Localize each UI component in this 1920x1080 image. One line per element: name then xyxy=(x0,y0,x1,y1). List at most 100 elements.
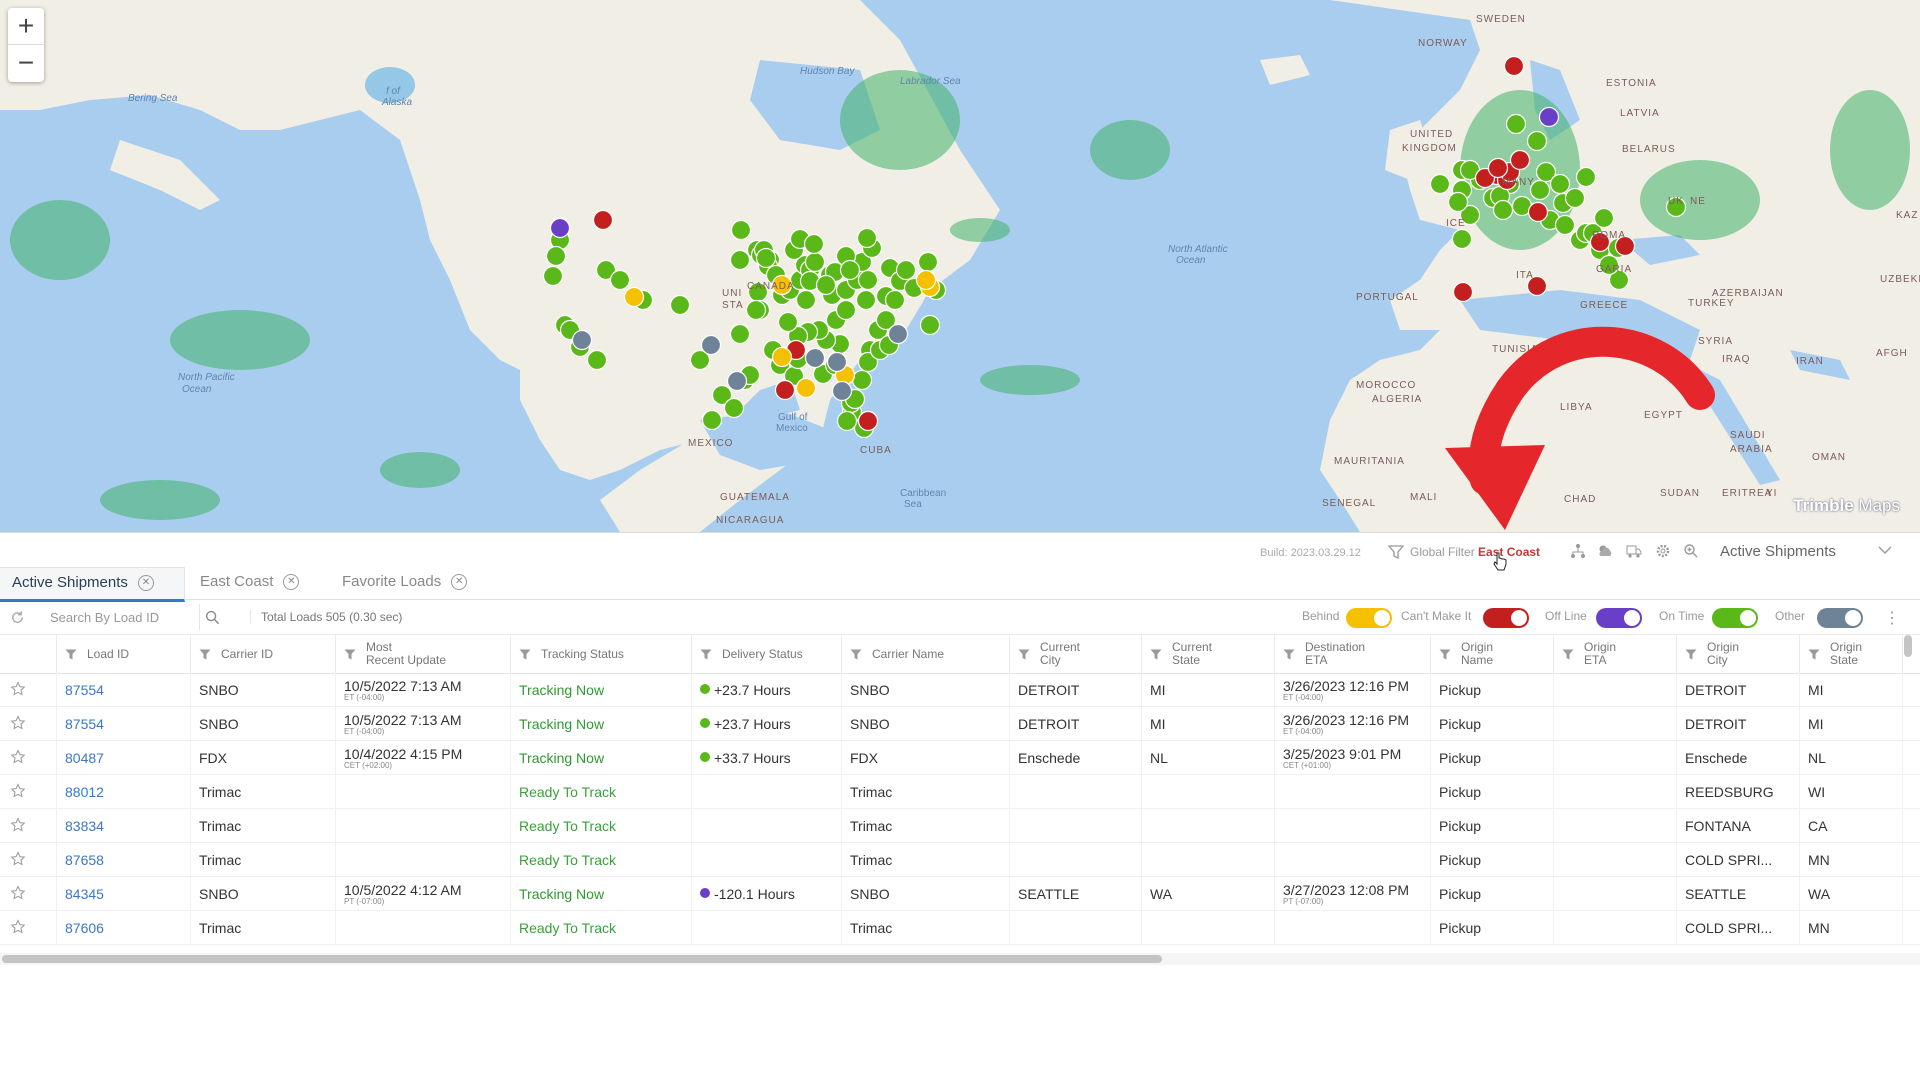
marker-on-time[interactable] xyxy=(609,269,631,291)
cell-load-id[interactable]: 87658 xyxy=(57,843,191,876)
cell-load-id[interactable]: 84345 xyxy=(57,877,191,910)
marker-on-time[interactable] xyxy=(884,289,906,311)
close-icon[interactable]: ✕ xyxy=(451,574,468,591)
marker-on-time[interactable] xyxy=(1564,187,1586,209)
marker-cant-make-it[interactable] xyxy=(1452,281,1474,303)
tab-east-coast[interactable]: East Coast ✕ xyxy=(188,567,330,598)
cell-text[interactable]: 87554 xyxy=(65,682,104,698)
marker-other[interactable] xyxy=(887,323,909,345)
toggle-on-time[interactable] xyxy=(1712,608,1758,628)
chevron-down-icon[interactable] xyxy=(1878,545,1892,555)
table-row[interactable]: 84345 SNBO 10/5/2022 4:12 AM PT (-07:00) Tra… xyxy=(0,877,1920,911)
marker-cant-make-it[interactable] xyxy=(857,410,879,432)
star-icon[interactable] xyxy=(10,885,26,901)
cell-load-id[interactable]: 87554 xyxy=(57,707,191,740)
marker-on-time[interactable] xyxy=(1447,191,1469,213)
marker-on-time[interactable] xyxy=(1451,228,1473,250)
marker-off-line[interactable] xyxy=(1538,106,1560,128)
search-icon[interactable] xyxy=(205,610,220,625)
global-filter-value[interactable]: East Coast xyxy=(1478,545,1540,559)
marker-other[interactable] xyxy=(831,380,853,402)
column-filter-icon[interactable] xyxy=(519,649,531,660)
marker-on-time[interactable] xyxy=(723,397,745,419)
marker-on-time[interactable] xyxy=(755,247,777,269)
close-icon[interactable]: ✕ xyxy=(137,575,154,592)
marker-on-time[interactable] xyxy=(1549,173,1571,195)
column-header[interactable]: Current City xyxy=(1010,635,1142,673)
column-header[interactable]: Destination ETA xyxy=(1275,635,1431,673)
marker-on-time[interactable] xyxy=(1526,130,1548,152)
marker-on-time[interactable] xyxy=(1505,113,1527,135)
marker-on-time[interactable] xyxy=(836,410,858,432)
marker-on-time[interactable] xyxy=(895,259,917,281)
hierarchy-icon[interactable] xyxy=(1570,543,1586,559)
horizontal-scrollbar[interactable] xyxy=(0,953,1920,965)
column-filter-icon[interactable] xyxy=(1018,649,1030,660)
marker-on-time[interactable] xyxy=(851,369,873,391)
marker-cant-make-it[interactable] xyxy=(1509,149,1531,171)
tab-active-shipments[interactable]: Active Shipments ✕ xyxy=(0,567,185,602)
column-filter-icon[interactable] xyxy=(199,649,211,660)
marker-on-time[interactable] xyxy=(669,294,691,316)
cell-value[interactable]: 87554 xyxy=(65,682,104,698)
star-icon[interactable] xyxy=(10,851,26,867)
table-row[interactable]: 87554 SNBO 10/5/2022 7:13 AM ET (-04:00) Tra… xyxy=(0,707,1920,741)
shipment-map[interactable]: + − SWEDEN NORWAY ESTONIA LATVIA UNITED KINGD… xyxy=(0,0,1920,532)
toggle-cant-make-it[interactable] xyxy=(1483,608,1529,628)
cell-value[interactable]: 87554 xyxy=(65,716,104,732)
cell-load-id[interactable]: 83834 xyxy=(57,809,191,842)
marker-on-time[interactable] xyxy=(815,274,837,296)
column-filter-icon[interactable] xyxy=(700,649,712,660)
search-input[interactable] xyxy=(40,604,200,630)
cell-value[interactable]: 83834 xyxy=(65,818,104,834)
column-header[interactable]: Origin State xyxy=(1800,635,1903,673)
marker-on-time[interactable] xyxy=(855,289,877,311)
marker-on-time[interactable] xyxy=(777,311,799,333)
cell-load-id[interactable]: 87606 xyxy=(57,911,191,944)
column-header[interactable]: Origin City xyxy=(1677,635,1800,673)
gear-icon[interactable] xyxy=(1655,543,1671,559)
marker-on-time[interactable] xyxy=(917,251,939,273)
column-header[interactable]: Origin Name xyxy=(1431,635,1554,673)
column-header[interactable]: Current State xyxy=(1142,635,1275,673)
cell-load-id[interactable]: 88012 xyxy=(57,775,191,808)
column-filter-icon[interactable] xyxy=(1283,649,1295,660)
marker-on-time[interactable] xyxy=(745,299,767,321)
zoom-out-button[interactable]: − xyxy=(8,44,44,81)
cell-text[interactable]: 87554 xyxy=(65,716,104,732)
marker-other[interactable] xyxy=(804,347,826,369)
column-filter-icon[interactable] xyxy=(344,649,356,660)
marker-cant-make-it[interactable] xyxy=(774,379,796,401)
table-row[interactable]: 88012 Trimac Ready To Track Trimac Pickup REE… xyxy=(0,775,1920,809)
truck-icon[interactable] xyxy=(1626,543,1642,559)
toggle-off-line[interactable] xyxy=(1596,608,1642,628)
star-icon[interactable] xyxy=(10,919,26,935)
cell-value[interactable]: 88012 xyxy=(65,784,104,800)
star-icon[interactable] xyxy=(10,715,26,731)
marker-on-time[interactable] xyxy=(839,259,861,281)
view-selector[interactable]: Active Shipments xyxy=(1720,543,1836,560)
marker-on-time[interactable] xyxy=(856,227,878,249)
cell-load-id[interactable]: 80487 xyxy=(57,741,191,774)
cell-text[interactable]: 87606 xyxy=(65,920,104,936)
column-header[interactable]: Origin ETA xyxy=(1554,635,1677,673)
column-filter-icon[interactable] xyxy=(1685,649,1697,660)
marker-cant-make-it[interactable] xyxy=(1527,201,1549,223)
cell-value[interactable]: 87606 xyxy=(65,920,104,936)
cell-value[interactable]: 84345 xyxy=(65,886,104,902)
marker-on-time[interactable] xyxy=(919,314,941,336)
marker-behind[interactable] xyxy=(915,269,937,291)
marker-other[interactable] xyxy=(826,351,848,373)
star-icon[interactable] xyxy=(10,817,26,833)
marker-on-time[interactable] xyxy=(545,245,567,267)
marker-on-time[interactable] xyxy=(835,299,857,321)
marker-on-time[interactable] xyxy=(729,323,751,345)
refresh-icon[interactable] xyxy=(10,610,25,625)
star-icon[interactable] xyxy=(10,749,26,765)
zoom-search-icon[interactable] xyxy=(1683,543,1699,559)
toggle-behind[interactable] xyxy=(1346,608,1392,628)
marker-on-time[interactable] xyxy=(804,251,826,273)
table-row[interactable]: 87606 Trimac Ready To Track Trimac Pickup COL… xyxy=(0,911,1920,945)
table-row[interactable]: 80487 FDX 10/4/2022 4:15 PM CET (+02:00) Tra… xyxy=(0,741,1920,775)
marker-on-time[interactable] xyxy=(1492,199,1514,221)
